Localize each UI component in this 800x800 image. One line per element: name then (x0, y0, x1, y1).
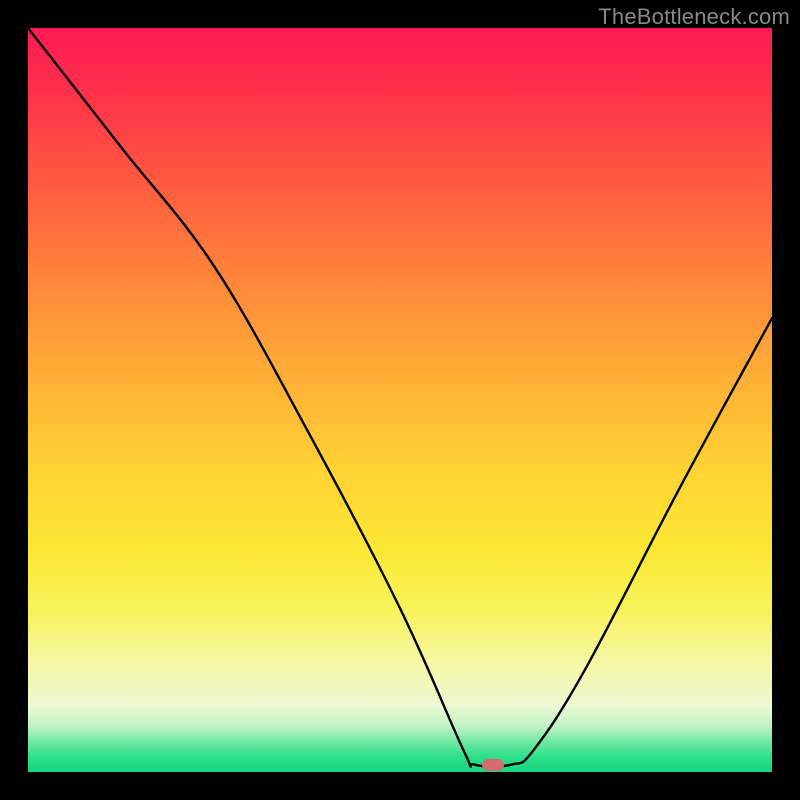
plot-area (28, 28, 772, 772)
optimum-marker (482, 759, 504, 771)
bottleneck-curve (28, 28, 772, 772)
chart-frame: TheBottleneck.com (0, 0, 800, 800)
watermark-text: TheBottleneck.com (598, 4, 790, 30)
